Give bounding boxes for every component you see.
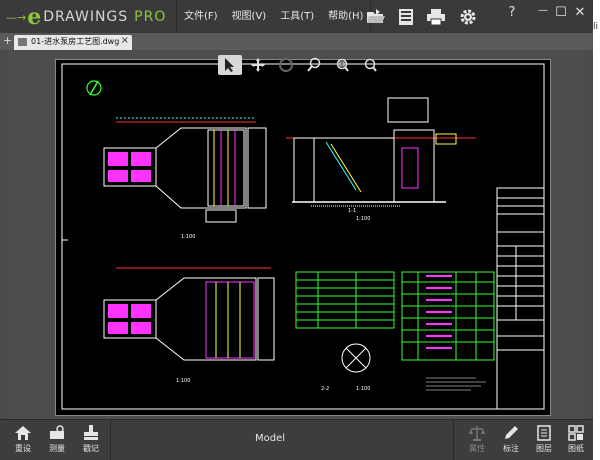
markup-label: 标注 [503,444,519,453]
cad-drawing: 1:100 1-1 1:100 1:100 2-2 1:100 [61,63,545,410]
measure-button[interactable]: 测量 [40,422,74,458]
markup-button[interactable]: 标注 [494,422,528,458]
view-toolbar [218,55,382,75]
menu-file[interactable]: 文件(F) [177,0,225,33]
upper-plan-view: 1:100 [103,117,267,240]
section-label: 1-1 [348,208,356,214]
logo-edition: PRO [134,9,167,25]
zoom-icon [364,58,377,72]
menu-help[interactable]: 帮助(H) [321,0,370,33]
menu-view[interactable]: 视图(V) [225,0,274,33]
settings-gear-icon[interactable] [458,8,478,26]
page-edge [593,0,600,459]
minimize-button[interactable]: — [535,5,551,16]
document-tab-bar: + 01-进水泵房工艺图.dwg × [0,33,593,50]
reset-button[interactable]: 重设 [6,422,40,458]
sheet-border [61,63,545,410]
zoom-window-icon [307,57,321,72]
edrawings-window: —→ e DRAWINGS PRO 文件(F) 视图(V) 工具(T) 帮助(H… [0,0,593,460]
properties-scale-icon [469,426,485,441]
document-tab-label: 01-进水泵房工艺图.dwg [31,37,120,46]
sheets-grid-icon [568,425,584,441]
logo-mark: —→ [6,10,27,24]
scale-label: 1:100 [176,378,190,384]
pan-tool-button[interactable] [246,55,270,75]
stamp-button[interactable]: 戳记 [74,422,108,458]
new-tab-button[interactable]: + [3,34,12,47]
drawing-notes [426,377,486,391]
zoom-fit-button[interactable] [330,55,354,75]
home-icon [15,426,31,440]
equipment-tables [295,271,495,361]
edge-label: li [593,22,599,32]
drawing-viewport[interactable]: 1:100 1-1 1:100 1:100 2-2 1:100 [8,50,585,419]
reset-label: 重设 [15,444,31,453]
pencil-icon [505,426,518,439]
properties-label: 属性 [469,444,485,453]
scale-label: 1:100 [356,216,370,222]
open-folder-icon[interactable] [366,8,386,26]
save-icon[interactable] [396,8,416,26]
maximize-button[interactable]: ☐ [553,5,569,20]
menu-tools[interactable]: 工具(T) [273,0,321,33]
measure-label: 测量 [49,444,65,453]
title-block [496,187,545,410]
properties-button[interactable]: 属性 [460,422,494,458]
title-bar: —→ e DRAWINGS PRO 文件(F) 视图(V) 工具(T) 帮助(H… [0,0,593,34]
section-view: 1-1 1:100 [286,97,476,222]
stamp-icon [84,425,98,440]
help-button[interactable]: ? [504,5,520,20]
layers-button[interactable]: 图层 [527,422,561,458]
tab-close-icon[interactable]: × [121,35,129,46]
sheets-button[interactable]: 图纸 [559,422,593,458]
section-label: 2-2 [321,386,329,392]
well-detail: 2-2 1:100 [321,343,371,392]
zoom-fit-icon [336,58,349,72]
bottom-separator [453,420,454,460]
document-tab[interactable]: 01-进水泵房工艺图.dwg × [14,35,132,50]
bottom-separator [110,420,111,460]
lower-plan-view: 1:100 [103,267,275,384]
layers-icon [537,425,551,441]
pan-icon [251,58,265,72]
logo-e: e [27,4,42,30]
zoom-window-button[interactable] [302,55,326,75]
measure-icon [50,425,64,439]
edrawings-logo: —→ e DRAWINGS PRO [6,6,166,28]
scale-label: 1:100 [181,234,195,240]
folder-icon [18,38,27,46]
menu-bar: 文件(F) 视图(V) 工具(T) 帮助(H) [176,0,372,33]
rotate-tool-button[interactable] [274,55,298,75]
rotate-icon [279,58,293,72]
layers-label: 图层 [536,444,552,453]
scale-label: 1:100 [356,386,370,392]
model-sheet-tab[interactable]: Model [255,433,285,444]
bottom-toolbar: 重设 测量 戳记 Model 属性 标注 图层 图纸 [0,419,593,460]
select-arrow-icon [225,58,234,72]
stamp-label: 戳记 [83,444,99,453]
print-icon[interactable] [426,8,446,26]
logo-name: DRAWINGS [43,9,129,25]
drawing-sheet: 1:100 1-1 1:100 1:100 2-2 1:100 [55,59,551,416]
zoom-button[interactable] [358,55,382,75]
select-tool-button[interactable] [218,55,242,75]
north-arrow [86,80,102,96]
close-button[interactable]: ✕ [572,5,588,20]
sheets-label: 图纸 [568,444,584,453]
